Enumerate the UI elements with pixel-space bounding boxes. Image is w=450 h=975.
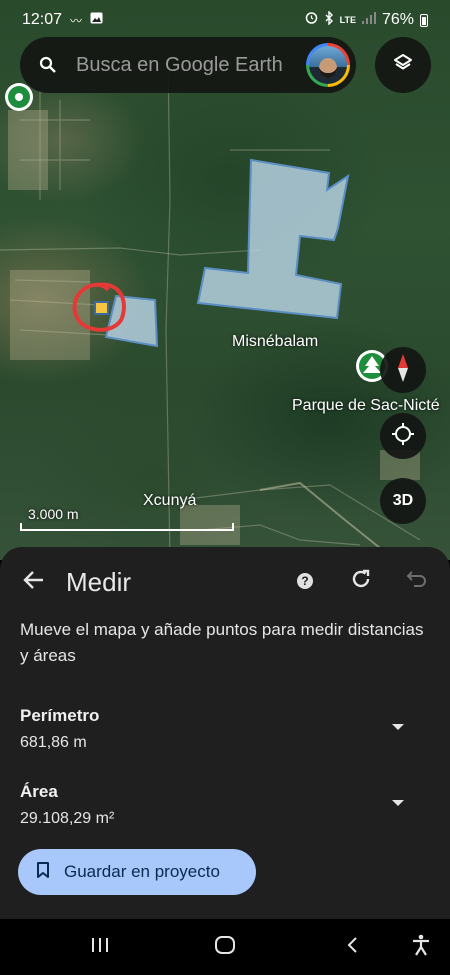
refresh-icon — [350, 568, 372, 595]
notification-icon: 〰 — [70, 13, 83, 28]
accessibility-button[interactable] — [408, 933, 434, 961]
help-button[interactable]: ? — [288, 564, 322, 598]
alarm-icon — [305, 11, 318, 29]
perimeter-value: 681,86 m — [20, 734, 87, 751]
undo-icon — [406, 569, 428, 594]
recents-button[interactable] — [88, 933, 112, 961]
search-icon — [28, 56, 68, 74]
battery-icon — [420, 13, 428, 27]
marker-square — [94, 301, 109, 315]
panel-title: Medir — [66, 566, 132, 597]
back-button[interactable] — [16, 564, 52, 600]
layers-button[interactable] — [375, 37, 431, 93]
bluetooth-icon — [324, 9, 334, 30]
my-location-icon — [391, 422, 415, 451]
area-label: Área — [20, 782, 58, 801]
gallery-icon — [90, 11, 103, 29]
my-location-button[interactable] — [380, 413, 426, 459]
save-button-label: Guardar en proyecto — [64, 862, 220, 881]
bookmark-icon — [36, 861, 50, 884]
home-icon — [214, 935, 236, 960]
back-arrow-icon — [23, 570, 45, 595]
home-button[interactable] — [213, 933, 237, 961]
perimeter-row[interactable]: Perímetro 681,86 m — [0, 706, 450, 752]
3d-button[interactable]: 3D — [380, 478, 426, 524]
recents-icon — [90, 936, 110, 959]
back-nav-button[interactable] — [340, 933, 364, 961]
back-nav-icon — [346, 936, 358, 959]
refresh-button[interactable] — [344, 564, 378, 598]
network-type: LTE — [339, 15, 356, 25]
measured-polygon-small — [104, 294, 159, 348]
instructions-text: Mueve el mapa y añade puntos para medir … — [20, 620, 424, 665]
perimeter-label: Perímetro — [20, 706, 100, 725]
help-icon: ? — [297, 573, 313, 589]
scale-bar: 3.000 m — [20, 506, 234, 531]
panel-header: Medir ? — [0, 547, 450, 617]
avatar[interactable] — [306, 43, 350, 87]
compass-button[interactable] — [380, 347, 426, 393]
compass-icon — [393, 353, 413, 388]
search-input[interactable]: Busca en Google Earth — [76, 54, 283, 77]
area-row[interactable]: Área 29.108,29 m² — [0, 782, 450, 828]
chevron-down-icon[interactable] — [392, 800, 404, 806]
area-value: 29.108,29 m² — [20, 810, 115, 827]
search-bar[interactable]: Busca en Google Earth — [20, 37, 356, 93]
map-label-misnebalam[interactable]: Misnébalam — [232, 333, 318, 351]
signal-icon — [361, 11, 376, 29]
measure-panel: Medir ? Mueve el mapa y añade puntos par… — [0, 547, 450, 919]
scale-text: 3.000 m — [28, 506, 79, 522]
status-bar: 12:07 〰 LTE 76% — [0, 0, 450, 40]
map-label-sac-nicte[interactable]: Parque de Sac-Nicté — [292, 397, 440, 415]
measured-polygon-large — [196, 158, 350, 320]
chevron-down-icon[interactable] — [392, 724, 404, 730]
status-time: 12:07 — [22, 11, 63, 28]
accessibility-icon — [411, 934, 431, 961]
save-to-project-button[interactable]: Guardar en proyecto — [18, 849, 256, 895]
undo-button[interactable] — [400, 564, 434, 598]
system-nav-bar — [0, 919, 450, 975]
scale-line — [20, 523, 234, 531]
layers-icon — [392, 52, 414, 79]
battery-percent: 76% — [381, 11, 414, 28]
